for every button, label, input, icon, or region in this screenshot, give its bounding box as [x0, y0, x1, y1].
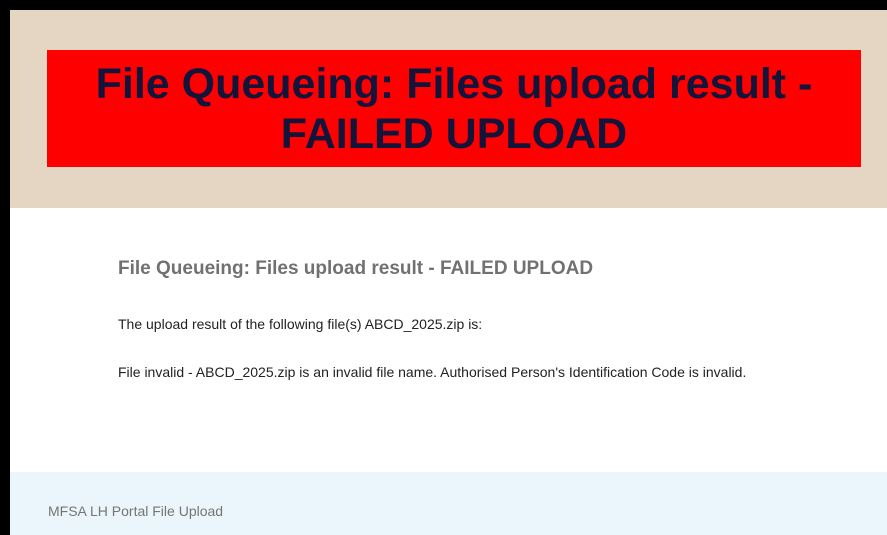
message-body: File Queueing: Files upload result - FAI… — [10, 208, 887, 472]
banner-title: File Queueing: Files upload result - FAI… — [47, 50, 861, 167]
footer: MFSA LH Portal File Upload — [10, 472, 887, 535]
email-view: { "banner": { "title": "File Queueing: F… — [0, 0, 887, 535]
upload-result-intro: The upload result of the following file(… — [118, 316, 483, 332]
footer-text: MFSA LH Portal File Upload — [48, 503, 224, 519]
content-heading: File Queueing: Files upload result - FAI… — [118, 258, 594, 279]
header-banner: File Queueing: Files upload result - FAI… — [10, 10, 887, 208]
upload-error-message: File invalid - ABCD_2025.zip is an inval… — [118, 364, 747, 380]
email-frame: File Queueing: Files upload result - FAI… — [10, 10, 887, 535]
